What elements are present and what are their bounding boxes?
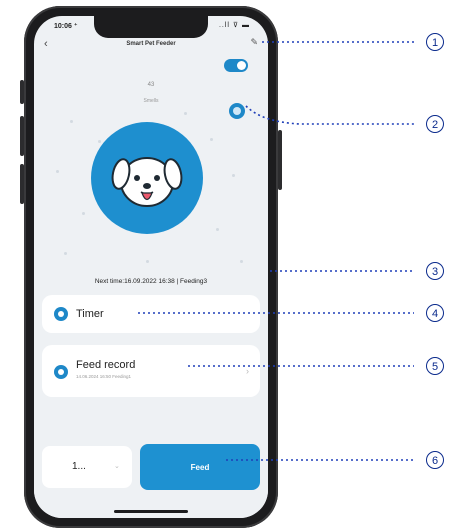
callout-number-6: 6 xyxy=(426,451,444,469)
callout-number-2: 2 xyxy=(426,115,444,133)
callout-line-2 xyxy=(245,105,414,125)
callout-number-4: 4 xyxy=(426,304,444,322)
callout-number-3: 3 xyxy=(426,262,444,280)
callout-number-5: 5 xyxy=(426,357,444,375)
callout-lines xyxy=(138,41,414,461)
callout-number-1: 1 xyxy=(426,33,444,51)
